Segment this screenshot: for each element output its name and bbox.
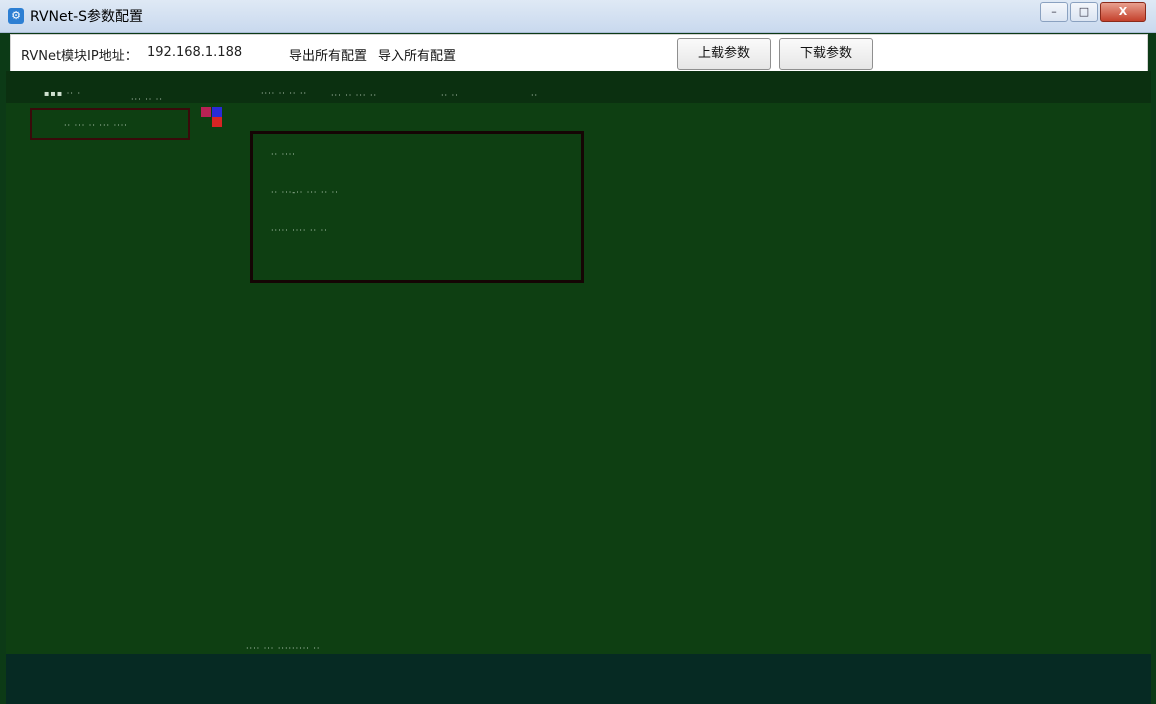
gear-icon: ⚙ — [8, 8, 24, 24]
maximize-button[interactable]: □ — [1070, 2, 1098, 22]
noise-text: ····· ···· ·· ·· — [271, 226, 328, 235]
noise-text: ··· ·· ··· ·· — [331, 91, 378, 100]
noise-text: ···· ··· ········· ·· — [246, 644, 321, 653]
noise-text: ··· ·· ·· — [131, 95, 163, 104]
status-bar — [6, 654, 1151, 704]
glitch-pixel — [212, 117, 222, 127]
export-all-config-link[interactable]: 导出所有配置 — [289, 45, 367, 64]
title-bar: ⚙ RVNet-S参数配置 – □ X — [0, 0, 1156, 33]
settings-panel: ·· ···· ·· ···-·· ··· ·· ·· ····· ···· ·… — [250, 131, 584, 283]
noise-text: ·· ···-·· ··· ·· ·· — [271, 188, 339, 197]
noise-text: ···· ·· ·· ·· — [261, 89, 308, 98]
download-params-button[interactable]: 下载参数 — [779, 38, 873, 70]
import-all-config-link[interactable]: 导入所有配置 — [378, 45, 456, 64]
upload-params-button[interactable]: 上载参数 — [677, 38, 771, 70]
noise-text: ·· ·· — [441, 91, 459, 100]
toolbar: RVNet模块IP地址： 192.168.1.188 导出所有配置 导入所有配置… — [10, 34, 1148, 72]
ip-address-value[interactable]: 192.168.1.188 — [147, 45, 242, 60]
main-content-area: ▪▪▪ ·· · ··· ·· ·· ···· ·· ·· ·· ··· ·· … — [6, 71, 1151, 664]
header-strip — [6, 71, 1151, 103]
noise-text: ·· — [531, 91, 539, 100]
window-controls: – □ X — [1040, 2, 1146, 22]
minimize-button[interactable]: – — [1040, 2, 1068, 22]
close-button[interactable]: X — [1100, 2, 1146, 22]
noise-text: ▪▪▪ ·· · — [44, 89, 81, 98]
window-title: RVNet-S参数配置 — [30, 9, 144, 25]
ip-label: RVNet模块IP地址： — [21, 49, 138, 64]
glitch-pixel — [212, 107, 222, 117]
noise-text: ·· ···· — [271, 150, 296, 159]
glitch-pixel — [201, 107, 211, 117]
noise-text: ·· ··· ·· ··· ···· — [64, 121, 128, 130]
